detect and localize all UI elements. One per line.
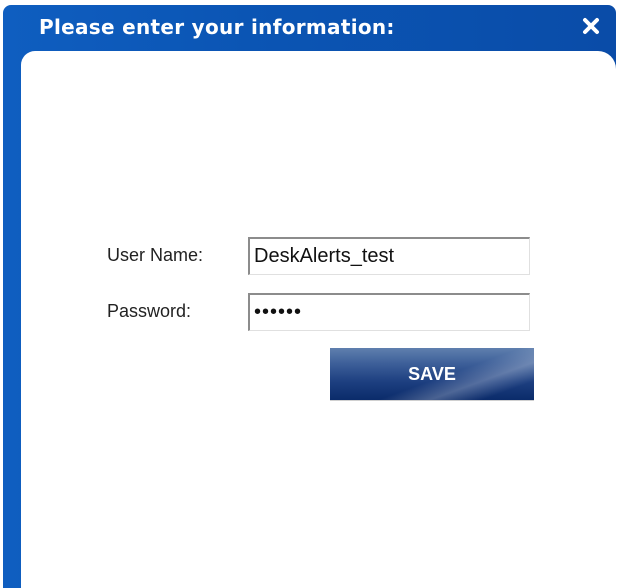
close-icon [583,18,599,34]
title-bar[interactable]: Please enter your information: [3,5,616,53]
save-button[interactable]: SAVE [330,348,534,400]
username-input[interactable] [248,237,530,275]
login-dialog: Please enter your information: User Name… [3,5,616,588]
dialog-body: User Name: Password: SAVE [21,51,616,588]
username-label: User Name: [107,245,204,265]
password-input[interactable] [248,293,530,331]
password-label: Password: [107,301,192,321]
close-button[interactable] [577,12,605,40]
dialog-title: Please enter your information: [39,15,395,39]
